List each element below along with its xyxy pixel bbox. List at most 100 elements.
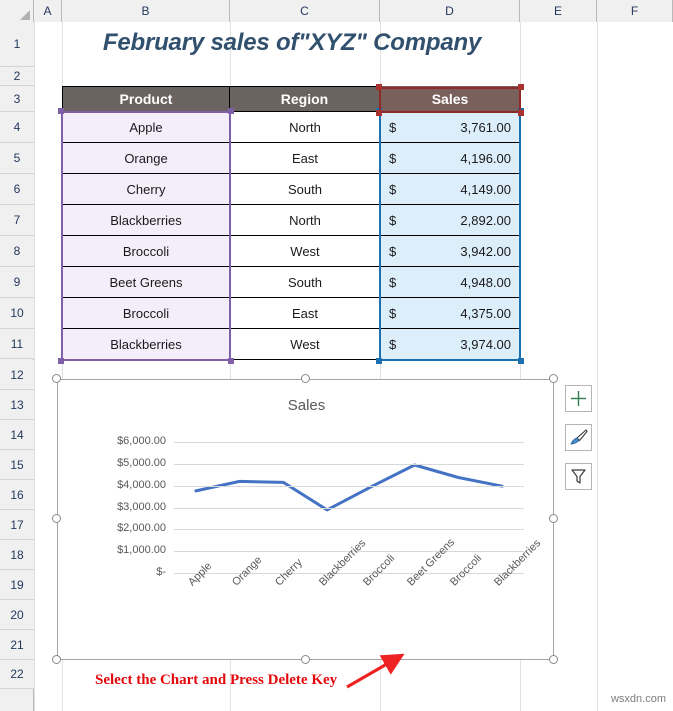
cell-region[interactable]: North xyxy=(230,112,380,143)
select-all-triangle-icon xyxy=(20,10,30,20)
chart-y-tick-label: $5,000.00 xyxy=(117,456,166,469)
select-all-corner[interactable] xyxy=(0,0,34,22)
chart-y-tick-label: $1,000.00 xyxy=(117,544,166,557)
table-row[interactable]: Cherry South $4,149.00 xyxy=(62,174,520,205)
chart-handle-bl[interactable] xyxy=(52,655,61,664)
chart-elements-button[interactable] xyxy=(565,385,592,412)
chart-handle-ml[interactable] xyxy=(52,514,61,523)
plus-icon xyxy=(571,391,586,406)
paintbrush-icon xyxy=(570,429,588,445)
cell-region[interactable]: West xyxy=(230,236,380,267)
cell-product[interactable]: Blackberries xyxy=(62,205,230,236)
cell-product[interactable]: Cherry xyxy=(62,174,230,205)
table-row[interactable]: Blackberries North $2,892.00 xyxy=(62,205,520,236)
cell-region[interactable]: East xyxy=(230,143,380,174)
cell-sales[interactable]: $2,892.00 xyxy=(380,205,520,236)
selection-handle-blue-bl[interactable] xyxy=(376,358,382,364)
currency-symbol: $ xyxy=(389,305,397,321)
row-header-10[interactable]: 10 xyxy=(0,298,34,329)
cell-region[interactable]: East xyxy=(230,298,380,329)
selection-handle-purple-bl[interactable] xyxy=(58,358,64,364)
row-header-6[interactable]: 6 xyxy=(0,174,34,205)
column-header-b[interactable]: B xyxy=(62,0,230,22)
row-header-20[interactable]: 20 xyxy=(0,600,34,630)
selection-handle-red-tl[interactable] xyxy=(376,84,382,90)
table-row[interactable]: Beet Greens South $4,948.00 xyxy=(62,267,520,298)
sales-amount: 4,196.00 xyxy=(460,150,511,166)
row-header-2[interactable]: 2 xyxy=(0,67,34,86)
cell-sales[interactable]: $4,196.00 xyxy=(380,143,520,174)
chart-handle-tc[interactable] xyxy=(301,374,310,383)
selection-handle-red-tr[interactable] xyxy=(518,84,524,90)
chart-filters-button[interactable] xyxy=(565,463,592,490)
table-row[interactable]: Broccoli East $4,375.00 xyxy=(62,298,520,329)
currency-symbol: $ xyxy=(389,274,397,290)
row-header-17[interactable]: 17 xyxy=(0,510,34,540)
selection-handle-red-bl[interactable] xyxy=(376,110,382,116)
sales-line-chart[interactable]: Sales $6,000.00 $5,000.00 $4,000.00 $3,000.… xyxy=(57,379,554,660)
chart-gridline xyxy=(174,463,524,465)
cell-product[interactable]: Orange xyxy=(62,143,230,174)
row-header-9[interactable]: 9 xyxy=(0,267,34,298)
selection-handle-red-br[interactable] xyxy=(518,110,524,116)
row-header-5[interactable]: 5 xyxy=(0,143,34,174)
column-header-strip: A B C D E F xyxy=(0,0,673,22)
row-header-22[interactable]: 22 xyxy=(0,660,34,689)
cell-sales[interactable]: $3,761.00 xyxy=(380,112,520,143)
currency-symbol: $ xyxy=(389,212,397,228)
cell-sales[interactable]: $3,974.00 xyxy=(380,329,520,360)
table-row[interactable]: Apple North $3,761.00 xyxy=(62,112,520,143)
cell-region[interactable]: South xyxy=(230,174,380,205)
cell-product[interactable]: Blackberries xyxy=(62,329,230,360)
chart-y-tick-label: $2,000.00 xyxy=(117,522,166,535)
row-header-1[interactable]: 1 xyxy=(0,22,34,67)
chart-handle-tl[interactable] xyxy=(52,374,61,383)
column-header-f[interactable]: F xyxy=(597,0,673,22)
column-separator-1 xyxy=(230,112,231,360)
watermark: wsxdn.com xyxy=(610,693,666,705)
row-header-4[interactable]: 4 xyxy=(0,112,34,143)
row-header-3[interactable]: 3 xyxy=(0,86,34,112)
cell-region[interactable]: North xyxy=(230,205,380,236)
row-header-14[interactable]: 14 xyxy=(0,420,34,450)
row-header-7[interactable]: 7 xyxy=(0,205,34,236)
chart-handle-bc[interactable] xyxy=(301,655,310,664)
cell-product[interactable]: Broccoli xyxy=(62,298,230,329)
selection-handle-purple-tl[interactable] xyxy=(58,108,64,114)
chart-handle-mr[interactable] xyxy=(549,514,558,523)
cell-sales[interactable]: $3,942.00 xyxy=(380,236,520,267)
cell-product[interactable]: Apple xyxy=(62,112,230,143)
cell-product[interactable]: Beet Greens xyxy=(62,267,230,298)
sales-data-table: Product Region Sales Apple North $3,761.00… xyxy=(62,86,520,360)
row-header-18[interactable]: 18 xyxy=(0,540,34,570)
table-row[interactable]: Orange East $4,196.00 xyxy=(62,143,520,174)
row-header-11[interactable]: 11 xyxy=(0,329,34,359)
chart-handle-tr[interactable] xyxy=(549,374,558,383)
row-header-21[interactable]: 21 xyxy=(0,630,34,660)
row-header-12[interactable]: 12 xyxy=(0,360,34,390)
row-header-16[interactable]: 16 xyxy=(0,480,34,510)
sales-amount: 3,942.00 xyxy=(460,243,511,259)
chart-y-tick-label: $6,000.00 xyxy=(117,435,166,447)
column-header-e[interactable]: E xyxy=(520,0,597,22)
column-header-a[interactable]: A xyxy=(34,0,62,22)
column-header-c[interactable]: C xyxy=(230,0,380,22)
table-row[interactable]: Blackberries West $3,974.00 xyxy=(62,329,520,360)
table-row[interactable]: Broccoli West $3,942.00 xyxy=(62,236,520,267)
row-header-19[interactable]: 19 xyxy=(0,570,34,600)
chart-styles-button[interactable] xyxy=(565,424,592,451)
selection-handle-purple-br[interactable] xyxy=(228,358,234,364)
selection-handle-blue-br[interactable] xyxy=(518,358,524,364)
cell-sales[interactable]: $4,948.00 xyxy=(380,267,520,298)
cell-product[interactable]: Broccoli xyxy=(62,236,230,267)
selection-handle-purple-tr[interactable] xyxy=(228,108,234,114)
cell-sales[interactable]: $4,375.00 xyxy=(380,298,520,329)
row-header-8[interactable]: 8 xyxy=(0,236,34,267)
row-header-15[interactable]: 15 xyxy=(0,450,34,480)
row-header-13[interactable]: 13 xyxy=(0,390,34,420)
cell-region[interactable]: South xyxy=(230,267,380,298)
chart-handle-br[interactable] xyxy=(549,655,558,664)
cell-sales[interactable]: $4,149.00 xyxy=(380,174,520,205)
column-header-d[interactable]: D xyxy=(380,0,520,22)
cell-region[interactable]: West xyxy=(230,329,380,360)
